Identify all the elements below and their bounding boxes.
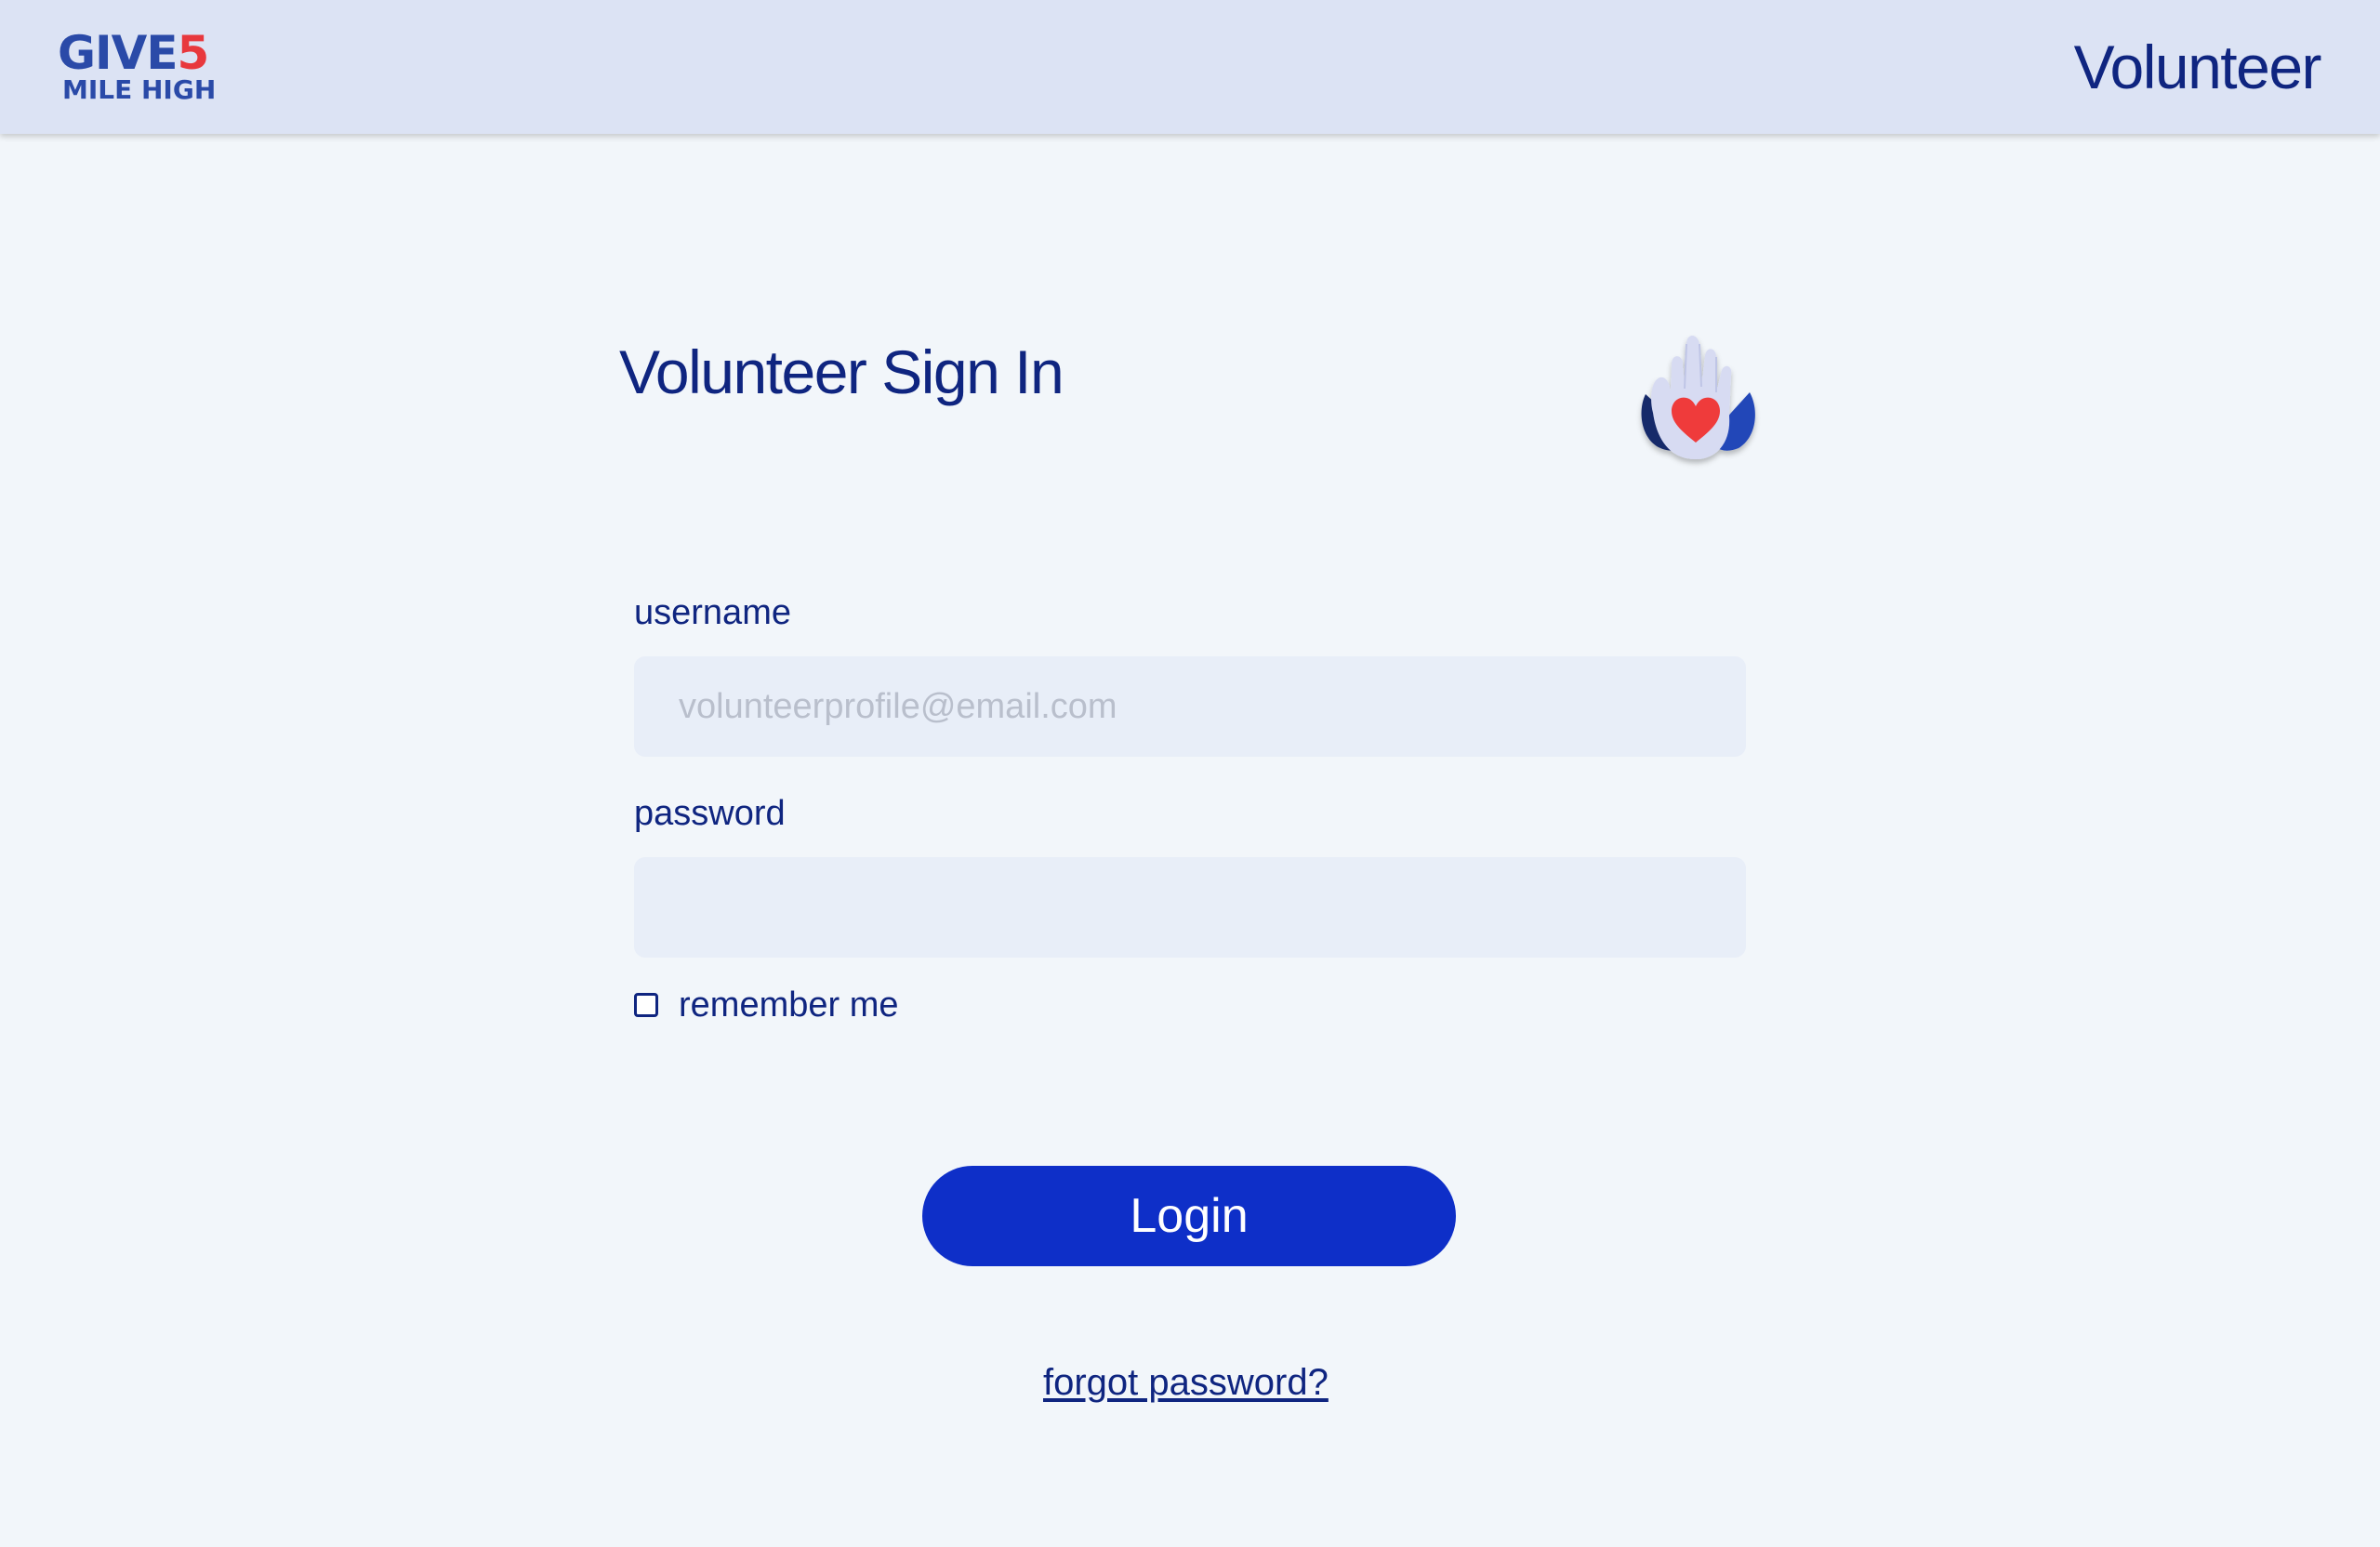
logo-give-text: GIVE [58, 26, 178, 80]
username-label: username [634, 593, 791, 632]
header-title: Volunteer [2073, 33, 2322, 101]
page-title: Volunteer Sign In [619, 337, 1064, 406]
hand-with-heart-icon [1629, 324, 1766, 472]
top-header: GIVE5 MILE HIGH Volunteer [0, 0, 2380, 134]
username-input[interactable] [634, 656, 1746, 757]
remember-me-checkbox[interactable] [634, 993, 658, 1017]
login-button[interactable]: Login [922, 1166, 1456, 1266]
logo-wordmark: GIVE5 [58, 26, 210, 80]
forgot-password-link[interactable]: forgot password? [1043, 1359, 1329, 1406]
logo-subtitle: MILE HIGH [62, 74, 217, 105]
password-label: password [634, 794, 786, 833]
give5-mile-high-logo[interactable]: GIVE5 MILE HIGH [58, 28, 234, 106]
remember-me-label[interactable]: remember me [679, 984, 899, 1026]
password-input[interactable] [634, 857, 1746, 958]
remember-me-row[interactable]: remember me [634, 984, 899, 1026]
logo-five-text: 5 [177, 26, 210, 80]
